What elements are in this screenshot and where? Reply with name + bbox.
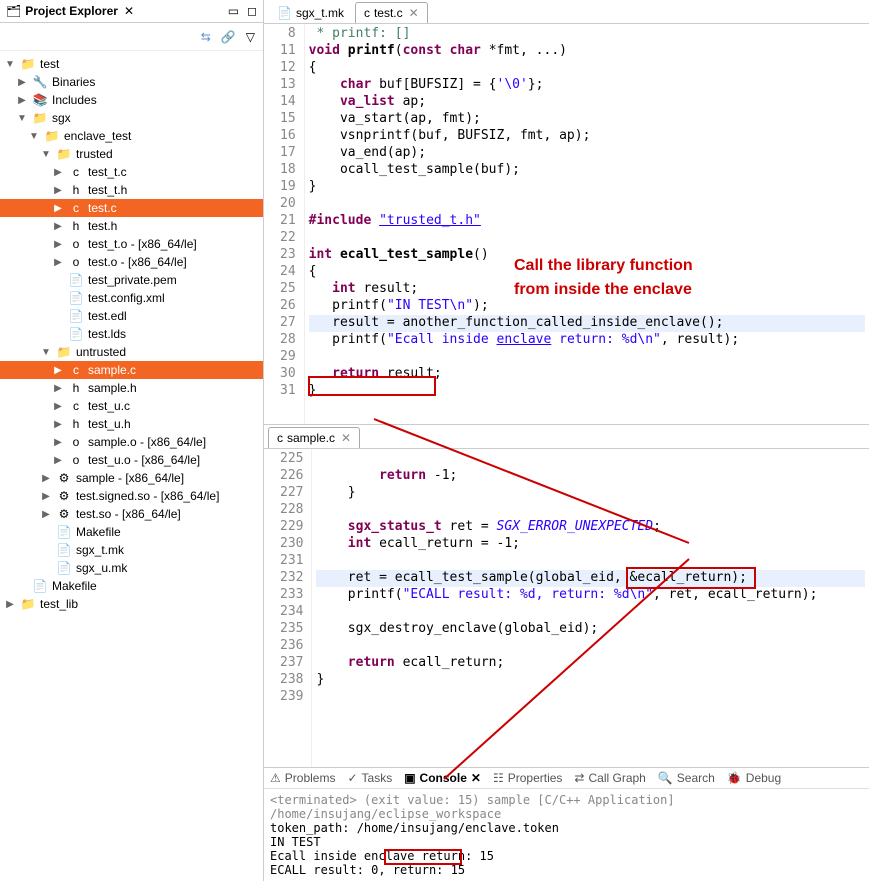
project-explorer-sidebar: 🗂 Project Explorer ✕ ▭ ◻ ⇆ 🔗 ▽ ▼📁test▶🔧B… — [0, 0, 264, 881]
close-icon[interactable]: ✕ — [471, 771, 481, 785]
tab-properties[interactable]: ☷Properties — [493, 771, 562, 785]
tree-item-test-u-c[interactable]: ▶ctest_u.c — [0, 397, 263, 415]
tree-item-includes[interactable]: ▶📚Includes — [0, 91, 263, 109]
project-explorer-icon: 🗂 — [6, 4, 21, 18]
tab-callgraph[interactable]: ⇄Call Graph — [574, 771, 645, 785]
tree-item-sample-x86-64-le-[interactable]: ▶⚙sample - [x86_64/le] — [0, 469, 263, 487]
tree-item-makefile[interactable]: 📄Makefile — [0, 577, 263, 595]
tree-item-test-t-c[interactable]: ▶ctest_t.c — [0, 163, 263, 181]
tree-item-test-u-o-x86-64-le-[interactable]: ▶otest_u.o - [x86_64/le] — [0, 451, 263, 469]
sidebar-title: Project Explorer — [25, 4, 118, 18]
tab-sgx-t-mk[interactable]: 📄sgx_t.mk — [268, 2, 353, 23]
tree-item-test-so-x86-64-le-[interactable]: ▶⚙test.so - [x86_64/le] — [0, 505, 263, 523]
console-terminated-line: <terminated> (exit value: 15) sample [C/… — [270, 793, 863, 821]
tree-item-sgx[interactable]: ▼📁sgx — [0, 109, 263, 127]
tasks-icon: ✓ — [347, 771, 357, 785]
close-icon[interactable]: ✕ — [409, 6, 419, 20]
tab-search[interactable]: 🔍Search — [658, 771, 715, 785]
tab-console[interactable]: ▣Console ✕ — [404, 771, 481, 785]
tree-item-test-h[interactable]: ▶htest.h — [0, 217, 263, 235]
tab-problems[interactable]: ⚠Problems — [270, 771, 335, 785]
tree-item-binaries[interactable]: ▶🔧Binaries — [0, 73, 263, 91]
console-line: ECALL result: 0, return: 15 — [270, 863, 863, 877]
tree-item-test-config-xml[interactable]: 📄test.config.xml — [0, 289, 263, 307]
tree-item-trusted[interactable]: ▼📁trusted — [0, 145, 263, 163]
search-icon: 🔍 — [658, 771, 673, 785]
tree-item-test-t-h[interactable]: ▶htest_t.h — [0, 181, 263, 199]
tab-tasks[interactable]: ✓Tasks — [347, 771, 392, 785]
console-line: Ecall inside enclave return: 15 — [270, 849, 863, 863]
sidebar-toolbar: ⇆ 🔗 ▽ — [0, 23, 263, 51]
tree-item-sgx-u-mk[interactable]: 📄sgx_u.mk — [0, 559, 263, 577]
bottom-tabs: ⚠Problems ✓Tasks ▣Console ✕ ☷Properties … — [264, 768, 869, 789]
close-icon[interactable]: ✕ — [124, 4, 134, 18]
main-area: 📄sgx_t.mkctest.c✕ 8111213141516171819202… — [264, 0, 869, 881]
tree-item-test[interactable]: ▼📁test — [0, 55, 263, 73]
tree-item-sample-c[interactable]: ▶csample.c — [0, 361, 263, 379]
console-line: IN TEST — [270, 835, 863, 849]
tree-item-untrusted[interactable]: ▼📁untrusted — [0, 343, 263, 361]
console-output[interactable]: <terminated> (exit value: 15) sample [C/… — [264, 789, 869, 881]
tree-item-test-signed-so-x86-64-le-[interactable]: ▶⚙test.signed.so - [x86_64/le] — [0, 487, 263, 505]
problems-icon: ⚠ — [270, 771, 281, 785]
view-menu-icon[interactable]: ▽ — [246, 30, 255, 44]
properties-icon: ☷ — [493, 771, 504, 785]
tree-item-test-o-x86-64-le-[interactable]: ▶otest.o - [x86_64/le] — [0, 253, 263, 271]
editor-tabs-top: 📄sgx_t.mkctest.c✕ — [264, 0, 869, 24]
tree-item-makefile[interactable]: 📄Makefile — [0, 523, 263, 541]
minimize-icon[interactable]: ▭ — [228, 4, 239, 18]
link-editor-icon[interactable]: 🔗 — [221, 30, 236, 44]
tab-sample-c[interactable]: csample.c✕ — [268, 427, 360, 448]
debug-icon: 🐞 — [727, 771, 742, 785]
tree-item-sample-h[interactable]: ▶hsample.h — [0, 379, 263, 397]
tree-item-sample-o-x86-64-le-[interactable]: ▶osample.o - [x86_64/le] — [0, 433, 263, 451]
tree-item-test-c[interactable]: ▶ctest.c — [0, 199, 263, 217]
sidebar-header: 🗂 Project Explorer ✕ ▭ ◻ — [0, 0, 263, 23]
project-tree[interactable]: ▼📁test▶🔧Binaries▶📚Includes▼📁sgx▼📁enclave… — [0, 51, 263, 881]
tree-item-sgx-t-mk[interactable]: 📄sgx_t.mk — [0, 541, 263, 559]
tab-test-c[interactable]: ctest.c✕ — [355, 2, 428, 23]
collapse-all-icon[interactable]: ⇆ — [201, 30, 211, 44]
editor-tabs-mid: csample.c✕ — [264, 424, 869, 449]
editor-sample-c[interactable]: 2252262272282292302312322332342352362372… — [264, 449, 869, 767]
tree-item-test-lds[interactable]: 📄test.lds — [0, 325, 263, 343]
close-icon[interactable]: ✕ — [341, 431, 351, 445]
tree-item-test-edl[interactable]: 📄test.edl — [0, 307, 263, 325]
tree-item-test-lib[interactable]: ▶📁test_lib — [0, 595, 263, 613]
tree-item-enclave-test[interactable]: ▼📁enclave_test — [0, 127, 263, 145]
console-line: token_path: /home/insujang/enclave.token — [270, 821, 863, 835]
tree-item-test-t-o-x86-64-le-[interactable]: ▶otest_t.o - [x86_64/le] — [0, 235, 263, 253]
console-icon: ▣ — [404, 771, 415, 785]
callgraph-icon: ⇄ — [574, 771, 584, 785]
tree-item-test-private-pem[interactable]: 📄test_private.pem — [0, 271, 263, 289]
tree-item-test-u-h[interactable]: ▶htest_u.h — [0, 415, 263, 433]
tab-debug[interactable]: 🐞Debug — [727, 771, 781, 785]
console-panel: ⚠Problems ✓Tasks ▣Console ✕ ☷Properties … — [264, 767, 869, 881]
maximize-icon[interactable]: ◻ — [247, 4, 257, 18]
editor-test-c[interactable]: 8111213141516171819202122232425262728293… — [264, 24, 869, 424]
